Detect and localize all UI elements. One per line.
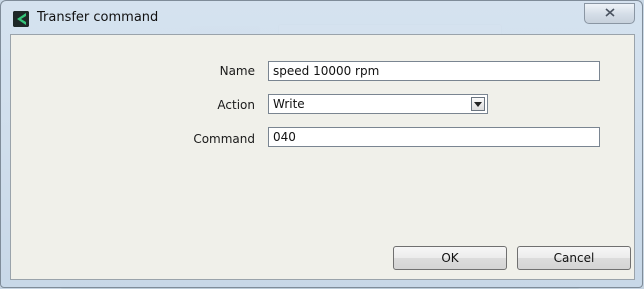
form-panel: Name speed 10000 rpm Action Write Comman… <box>10 34 635 238</box>
transfer-command-dialog: Transfer command Name speed 10000 rpm Ac… <box>0 0 643 288</box>
close-x-icon <box>605 8 615 17</box>
command-label: Command <box>115 132 255 146</box>
ok-button[interactable]: OK <box>393 246 507 270</box>
title-bar: Transfer command <box>1 1 642 35</box>
name-input[interactable]: speed 10000 rpm <box>268 61 600 81</box>
action-select[interactable]: Write <box>268 94 488 114</box>
button-bar: OK Cancel <box>10 237 635 280</box>
close-button[interactable] <box>584 3 635 24</box>
action-label: Action <box>115 98 255 112</box>
window-title: Transfer command <box>37 10 158 25</box>
action-select-value: Write <box>273 97 305 111</box>
cancel-button[interactable]: Cancel <box>517 246 631 270</box>
app-logo-icon <box>13 11 29 27</box>
name-label: Name <box>115 64 255 78</box>
dropdown-arrow-icon[interactable] <box>471 97 485 111</box>
command-input[interactable]: 040 <box>268 127 600 147</box>
